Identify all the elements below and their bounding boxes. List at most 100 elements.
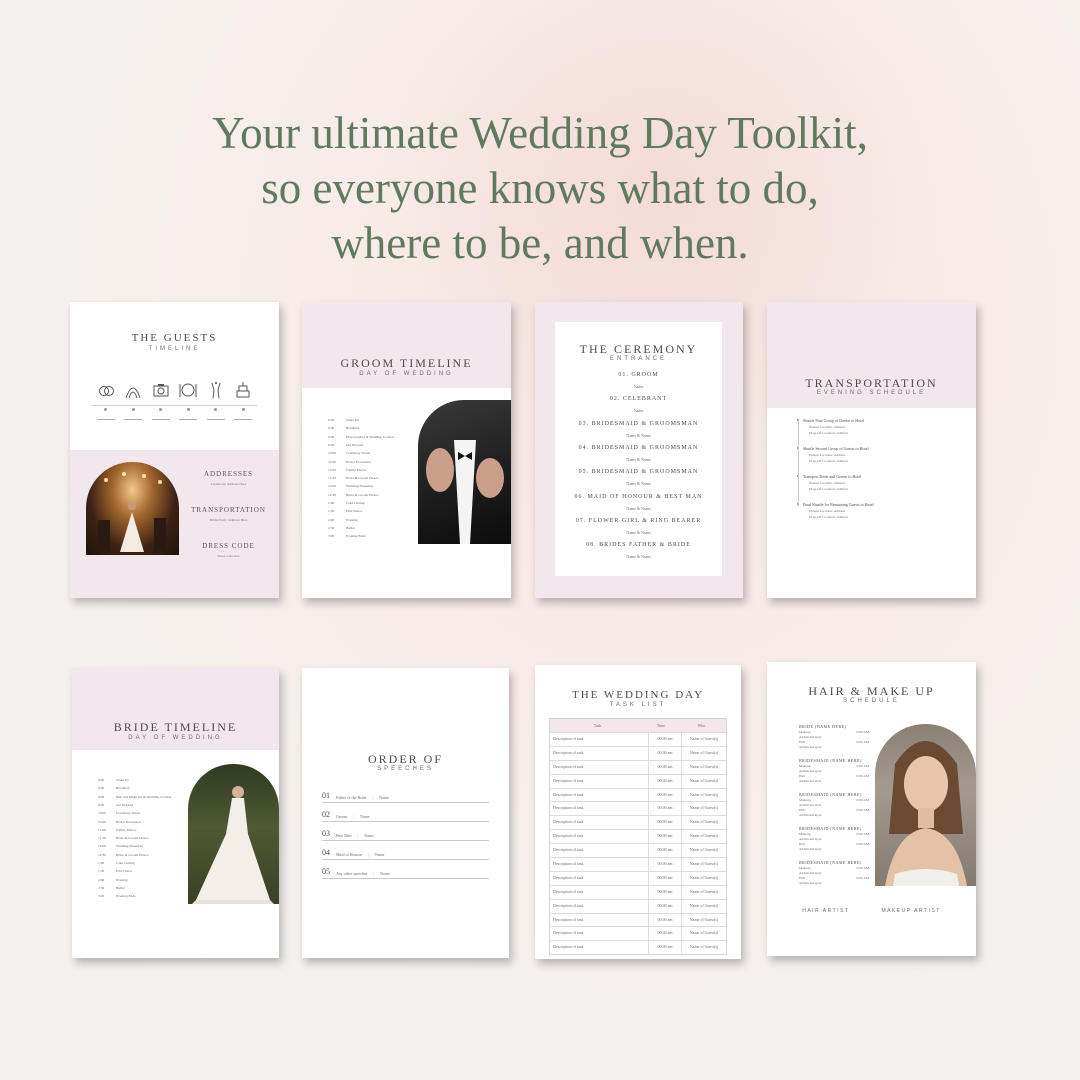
speech-row: 03 Best Man | Name [322,824,489,841]
task-description: Description of task [550,941,649,955]
champagne-icon [202,380,230,420]
ceremony-entry-label: 01. GROOM [618,372,659,378]
timeline-row: 12:30 Bride & Groom Photos [98,853,188,857]
ceremony-entry-label: 08. BRIDES FATHER & BRIDE [586,542,691,549]
timeline-time: 2:30 [328,525,335,530]
timeline-row: 1:30 First Dance [98,869,188,873]
timeline-row: 10:00 Ceremony Venue [328,451,418,455]
transport-header: TRANSPORTATION EVENING SCHEDULE [767,302,976,408]
hair-line-label: Additional style [799,837,822,841]
page-transportation: TRANSPORTATION EVENING SCHEDULE Shuttle … [767,302,976,598]
task-who: Name of Guest(s) [689,833,719,839]
guests-section-text: Bridal Party: Address Here [209,518,248,522]
hair-line-label: Additional style [799,769,822,773]
task-time: 00:00 am [649,802,682,816]
speech-separator: | [353,814,355,819]
timeline-item: Family Photos [116,827,137,832]
transport-entry: Final Shuttle for Remaining Guests to Ho… [797,502,956,519]
timeline-item: Bride & Groom Photos [116,836,149,841]
hair-person-name: BRIDE (NAME HERE) [799,724,847,729]
ceremony-title: THE CEREMONY [579,342,698,356]
timeline-time: 9:30 [98,802,105,807]
hair-line-label: Makeup [799,866,811,870]
hair-title: HAIR & MAKE UP [808,684,935,698]
hair-line: Makeup 0:00 AM [799,798,869,802]
hair-line-time: 0:00 AM [856,808,869,812]
reception-photo [86,462,179,555]
ceremony-entry: 06. MAID OF HONOUR & BEST MAN Name & Name [555,494,722,511]
hair-line-label: Hair [799,842,806,846]
transport-pickup: Pickup Location: Address [809,425,846,429]
hair-line-label: Makeup [799,832,811,836]
ceremony-entry-names: Name & Name [626,554,651,560]
timeline-time: 2:00 [98,877,105,882]
dinner-icon [175,380,203,420]
timeline-row: 11:30 Bride & Groom Photos [98,836,188,840]
timeline-row: 12:00 Wedding Breakfast [328,484,418,488]
task-row: Description of task 00:00 am Name of Guest… [550,884,726,899]
timeline-item: Buffet [346,525,355,530]
task-who: Name of Guest(s) [689,861,719,867]
timeline-time: 10:00 [328,451,336,456]
groom-title: GROOM TIMELINE [340,356,473,370]
hair-person-name: BRIDESMAID (NAME HERE) [799,826,862,831]
timeline-item: Breakfast [116,786,130,791]
speech-number: 05 [322,867,330,876]
task-description: Description of task [550,733,649,746]
hair-line: Additional style [799,735,869,739]
timeline-time: 12:30 [328,492,336,497]
task-time: 00:00 am [649,844,682,858]
speech-row: 02 Groom | Name [322,805,489,822]
ceremony-entry-names: Name & Name [626,432,651,438]
timeline-row: 8:30 Breakfast [328,426,418,430]
task-time: 00:00 am [649,899,682,913]
hair-line-time: 0:00 AM [856,842,869,846]
timeline-item: Family Photos [346,467,367,472]
ceremony-entry: 04. BRIDESMAID & GROOMSMAN Name & Name [555,445,722,462]
hair-subtitle: SCHEDULE [843,698,900,704]
page-task-list: THE WEDDING DAY TASK LIST Task Time Who … [535,665,741,959]
arch-icon [120,380,148,420]
rings-icon [92,380,120,420]
hair-line: Makeup 0:00 AM [799,730,869,734]
headline-line-1: Your ultimate Wedding Day Toolkit, [212,108,868,158]
timeline-row: 3:00 Evening Ends [328,534,418,538]
task-time: 00:00 am [649,746,682,760]
timeline-time: 8:00 [98,778,105,782]
task-description: Description of task [550,858,649,871]
guests-section-text: Ceremony: Address Here [210,482,247,486]
task-who: Name of Guest(s) [689,736,719,741]
timeline-time: 1:00 [328,501,335,505]
hair-line: Hair 0:00 AM [799,740,869,744]
guests-title: THE GUESTS [131,332,218,344]
ceremony-entry-names: Name & Name [626,456,651,462]
transport-entry: Shuttle First Group of Guests to Hotel Pi… [797,418,956,435]
hair-person-name: BRIDESMAID (NAME HERE) [799,792,862,797]
timeline-row: 1:00 Cake Cutting [328,501,418,505]
page-speeches: ORDER OF SPEECHES 01 Father of the Bride |… [302,668,509,958]
task-row: Description of task 00:00 am Name of Guest… [550,857,726,871]
timeline-row: 11:00 Family Photos [98,828,188,832]
tasks-subtitle: TASK LIST [609,702,667,708]
task-row: Description of task 00:00 am Name of Guest… [550,759,726,774]
transport-pickup: Pickup Location: Address [809,453,846,457]
timeline-caption [124,419,143,420]
hair-person-name: BRIDESMAID (NAME HERE) [799,860,862,865]
task-description: Description of task [550,871,649,885]
timeline-item: Ceremony Venue [116,811,141,816]
task-row: Description of task 00:00 am Name of Guest… [550,732,726,746]
task-time: 00:00 am [649,885,682,899]
task-time: 00:00 am [649,858,682,871]
timeline-item: Cake Cutting [346,501,365,505]
timeline-row: 10:00 Ceremony Venue [98,811,188,815]
task-row: Description of task 00:00 am Name of Guest… [550,940,726,955]
ceremony-entry-names: Name & Name [626,505,651,511]
timeline-dot [241,408,245,411]
hair-line: Additional style [799,813,869,817]
speech-name: Name [364,833,374,838]
task-description: Description of task [550,885,649,899]
guests-subtitle: TIMELINE [148,346,201,352]
hair-line: Additional style [799,837,869,841]
timeline-time: 1:30 [328,509,335,514]
task-description: Description of task [550,830,649,844]
